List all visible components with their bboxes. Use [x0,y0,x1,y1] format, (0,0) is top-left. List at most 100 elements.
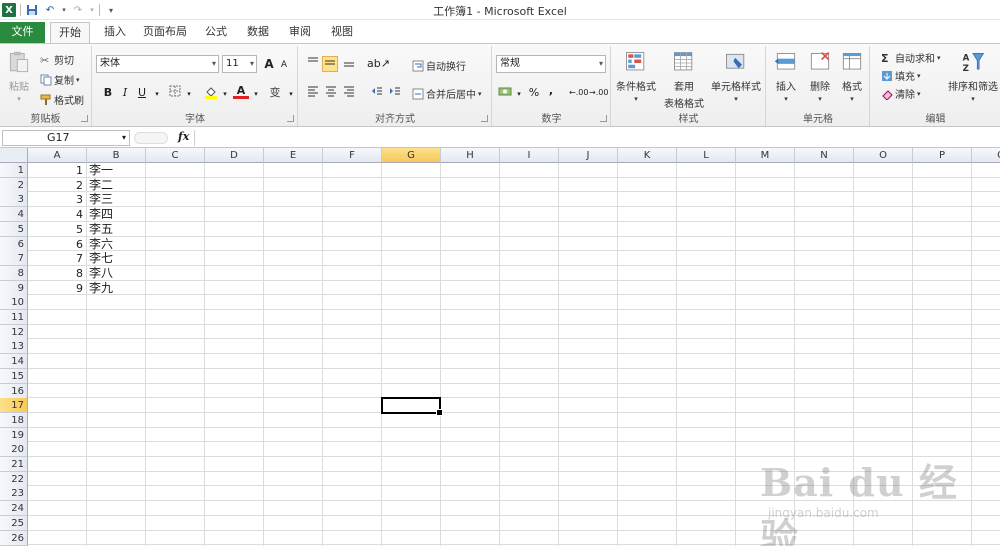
format-cells-button[interactable]: 格式 ▾ [837,50,867,103]
font-launcher-icon[interactable] [287,115,294,122]
font-color-dropdown-icon[interactable]: ▾ [248,86,264,102]
fill-color-dropdown-icon[interactable]: ▾ [217,86,233,102]
insert-function-icon[interactable]: fx [178,130,189,143]
row-header[interactable]: 15 [0,368,28,384]
align-middle-icon[interactable] [322,56,338,72]
cell-a[interactable]: 2 [28,178,86,193]
row-header[interactable]: 9 [0,280,28,296]
font-color-icon[interactable]: A [233,83,249,99]
cell-a[interactable]: 6 [28,237,86,252]
row-header[interactable]: 1 [0,163,28,178]
column-header[interactable]: G [382,148,441,163]
format-as-table-button[interactable]: 套用 表格格式 [660,50,708,110]
cell-b[interactable]: 李二 [87,178,113,193]
column-header[interactable]: L [677,148,736,163]
cell-a[interactable]: 3 [28,192,86,207]
column-header[interactable]: Q [972,148,1000,163]
align-right-icon[interactable] [341,85,357,101]
increase-decimal-button[interactable]: ←.00 [569,85,588,101]
delete-cells-button[interactable]: 删除 ▾ [805,50,835,103]
column-header[interactable]: A [28,148,87,163]
row-header[interactable]: 11 [0,310,28,325]
copy-button[interactable]: 复制 ▾ [40,72,80,87]
tab-formulas[interactable]: 公式 [200,22,232,43]
column-header[interactable]: D [205,148,264,163]
row-header[interactable]: 16 [0,383,28,399]
row-header[interactable]: 25 [0,515,28,531]
phonetic-dropdown-icon[interactable]: ▾ [283,86,299,102]
conditional-formatting-button[interactable]: 条件格式 ▾ [614,50,658,103]
column-header[interactable]: O [854,148,913,163]
cell-b[interactable]: 李五 [87,222,113,237]
row-header[interactable]: 18 [0,412,28,428]
autosum-button[interactable]: Σ 自动求和 ▾ [881,50,941,66]
align-top-icon[interactable] [305,56,321,72]
grow-font-button[interactable]: A [261,56,277,72]
font-name-select[interactable]: 宋体 ▾ [96,55,219,73]
column-header[interactable]: I [500,148,559,163]
alignment-launcher-icon[interactable] [481,115,488,122]
shrink-font-button[interactable]: A [276,57,292,73]
column-header[interactable]: E [264,148,323,163]
comma-button[interactable]: , [543,83,559,99]
font-size-select[interactable]: 11 ▾ [222,55,257,73]
cell-a[interactable]: 5 [28,222,86,237]
row-header[interactable]: 8 [0,265,28,281]
align-bottom-icon[interactable] [341,56,357,72]
number-launcher-icon[interactable] [600,115,607,122]
decrease-indent-icon[interactable] [369,85,385,101]
row-header[interactable]: 5 [0,221,28,237]
formula-bar-divider-handle[interactable] [134,132,168,144]
name-box[interactable]: G17 ▾ [2,130,130,146]
formula-input[interactable] [194,130,1000,146]
cell-a[interactable]: 9 [28,281,86,296]
column-header[interactable]: H [441,148,500,163]
row-header[interactable]: 6 [0,236,28,252]
row-header[interactable]: 26 [0,530,28,546]
decrease-decimal-button[interactable]: →.00 [589,85,608,101]
row-header[interactable]: 13 [0,339,28,355]
insert-cells-button[interactable]: 插入 ▾ [771,50,801,103]
currency-dropdown-icon[interactable]: ▾ [511,86,527,102]
clear-button[interactable]: 清除 ▾ [881,86,921,101]
tab-file[interactable]: 文件 [0,22,45,43]
tab-insert[interactable]: 插入 [100,22,130,43]
cell-b[interactable]: 李六 [87,237,113,252]
column-header[interactable]: K [618,148,677,163]
bold-button[interactable]: B [100,85,116,101]
cell-a[interactable]: 4 [28,207,86,222]
increase-indent-icon[interactable] [387,85,403,101]
number-format-select[interactable]: 常规 ▾ [496,55,606,73]
row-header[interactable]: 10 [0,295,28,311]
column-header[interactable]: M [736,148,795,163]
select-all-corner[interactable] [0,148,28,163]
row-header[interactable]: 22 [0,471,28,487]
column-header[interactable]: P [913,148,972,163]
sort-filter-button[interactable]: AZ 排序和筛选 ▾ [946,50,1000,103]
cell-b[interactable]: 李一 [87,163,113,178]
percent-button[interactable]: % [526,85,542,101]
align-center-icon[interactable] [323,85,339,101]
row-header[interactable]: 24 [0,501,28,517]
column-header[interactable]: B [87,148,146,163]
cell-b[interactable]: 李七 [87,251,113,266]
tab-home[interactable]: 开始 [50,22,90,43]
paste-button[interactable]: 粘贴 ▾ [6,50,32,103]
tab-data[interactable]: 数据 [242,22,274,43]
row-header[interactable]: 2 [0,177,28,193]
row-header[interactable]: 17 [0,398,28,414]
cell-a[interactable]: 8 [28,266,86,281]
row-header[interactable]: 7 [0,251,28,267]
cell-styles-button[interactable]: 单元格样式 ▾ [709,50,763,103]
active-cell-selection[interactable] [381,397,443,416]
fill-button[interactable]: 填充 ▾ [881,68,921,83]
clipboard-launcher-icon[interactable] [81,115,88,122]
column-header[interactable]: F [323,148,382,163]
row-header[interactable]: 20 [0,442,28,458]
phonetic-icon[interactable]: 变 [267,85,283,101]
tab-view[interactable]: 视图 [326,22,358,43]
orientation-icon[interactable]: ab↗ [367,56,390,72]
row-header[interactable]: 4 [0,207,28,223]
italic-button[interactable]: I [117,85,133,101]
column-header[interactable]: C [146,148,205,163]
